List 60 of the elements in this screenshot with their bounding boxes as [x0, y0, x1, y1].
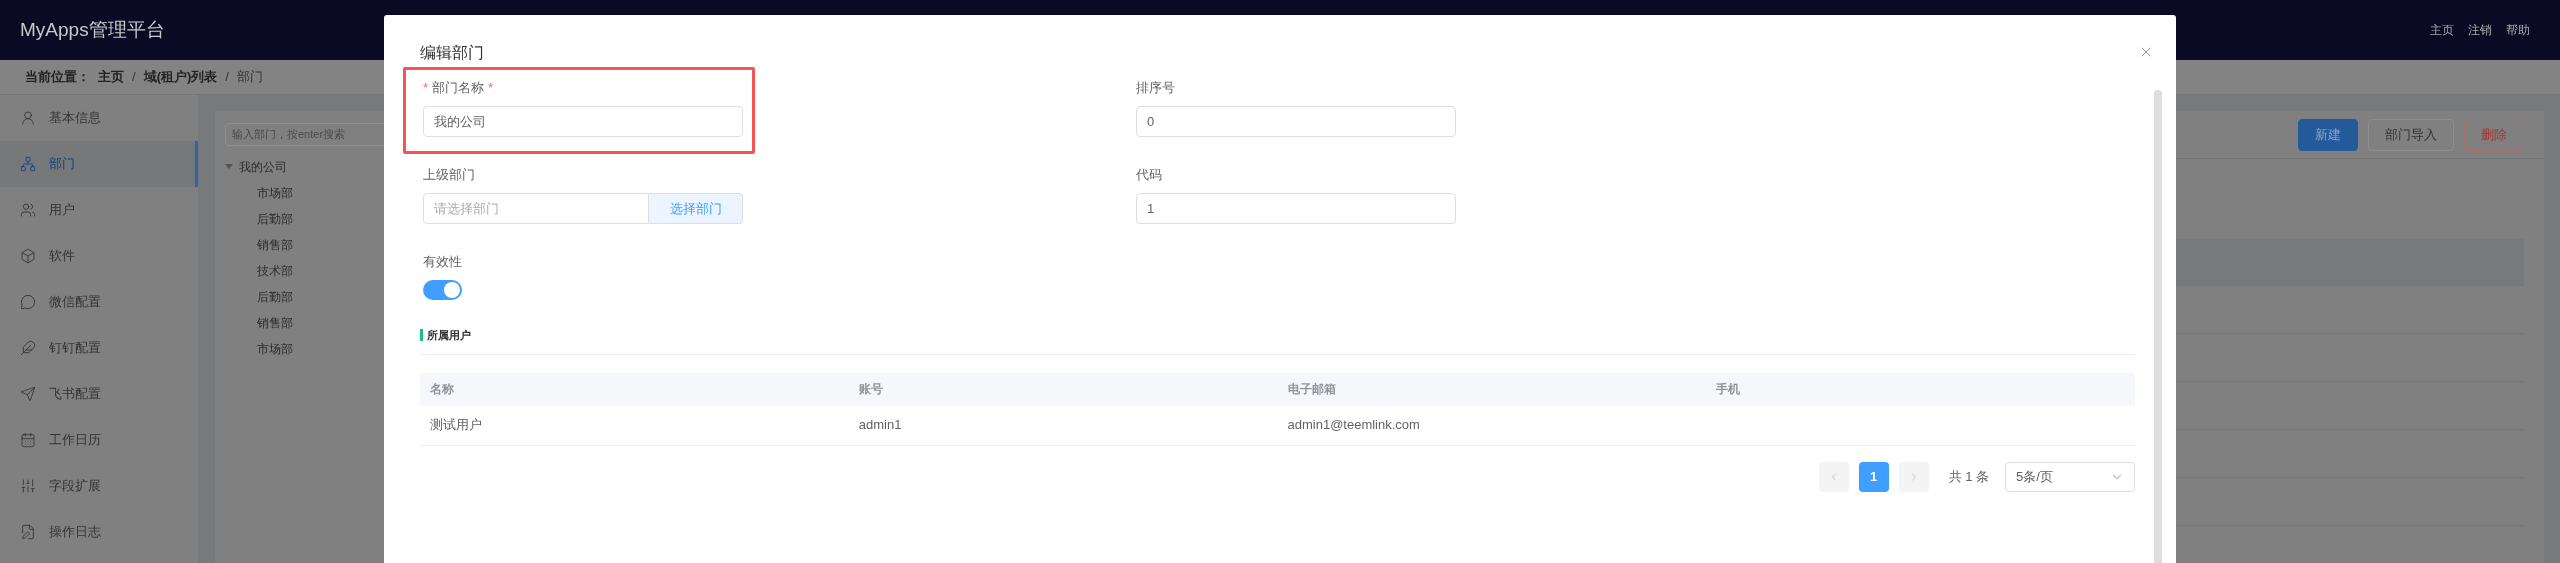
page-size-select[interactable]: 5条/页 — [2005, 461, 2135, 492]
chat-bubble-icon — [20, 294, 36, 310]
dialog-title: 编辑部门 — [420, 42, 484, 63]
sidebar-item[interactable]: 飞书配置 — [0, 371, 198, 417]
breadcrumb-label: 当前位置： — [25, 68, 90, 87]
text-field[interactable]: 1 — [1136, 193, 1456, 224]
breadcrumb-separator: / — [132, 68, 136, 87]
feather-icon — [20, 340, 36, 356]
sidebar-item[interactable]: 工作日历 — [0, 417, 198, 463]
table-cell-text: admin1@teemlink.com — [1286, 416, 1421, 435]
parent-department-field[interactable]: 请选择部门 — [423, 193, 649, 224]
breadcrumb-link[interactable]: 主页 — [98, 67, 124, 87]
breadcrumb-separator: / — [225, 68, 229, 87]
field-label: 部门名称 — [432, 79, 485, 98]
table-cell-text: admin1 — [857, 416, 903, 435]
org-chart-icon — [20, 156, 36, 172]
column-header: 电子邮箱 — [1286, 381, 1337, 398]
nav-link[interactable]: 主页 — [2430, 21, 2454, 39]
sidebar-item[interactable]: 基本信息 — [0, 95, 198, 141]
paper-plane-icon — [20, 386, 36, 402]
user-icon — [20, 110, 36, 126]
sidebar-item[interactable]: 部门 — [0, 141, 198, 187]
breadcrumb-link[interactable]: 部门 — [236, 67, 263, 87]
cube-icon — [20, 248, 36, 264]
app-title: MyApps管理平台 — [20, 17, 165, 42]
field-label: 代码 — [1136, 166, 1162, 185]
toolbar-button[interactable]: 新建 — [2298, 118, 2358, 151]
users-icon — [20, 202, 36, 218]
field-label: 排序号 — [1136, 79, 1175, 98]
breadcrumb-link[interactable]: 域(租户)列表 — [143, 67, 218, 87]
calendar-icon — [20, 432, 36, 448]
text-field[interactable]: 我的公司 — [423, 106, 743, 137]
caret-icon — [225, 164, 233, 169]
sidebar-item[interactable]: 软件 — [0, 233, 198, 279]
tree-node[interactable]: 我的公司 — [225, 153, 415, 180]
sidebar-item[interactable]: 钉钉配置 — [0, 325, 198, 371]
text-field[interactable]: 0 — [1136, 106, 1456, 137]
nav-link[interactable]: 注销 — [2468, 21, 2492, 39]
field-label: 有效性 — [423, 253, 462, 272]
file-edit-icon — [20, 524, 36, 540]
sidebar-item[interactable]: 字段扩展 — [0, 463, 198, 509]
field-label: 上级部门 — [423, 166, 475, 185]
total-count: 共 1 条 — [1948, 467, 1989, 486]
column-header: 手机 — [1715, 381, 1742, 398]
column-header: 账号 — [857, 381, 884, 398]
section-marker — [420, 329, 423, 342]
sidebar-item[interactable]: 用户 — [0, 187, 198, 233]
toggle-switch[interactable] — [423, 280, 462, 300]
select-department-button[interactable]: 选择部门 — [649, 193, 743, 224]
nav-link[interactable]: 帮助 — [2506, 21, 2530, 39]
sidebar-item[interactable]: 微信配置 — [0, 279, 198, 325]
table-cell-text: 测试用户 — [429, 416, 483, 435]
column-header: 名称 — [429, 381, 455, 398]
section-title: 所属用户 — [427, 328, 471, 343]
sidebar-item[interactable]: 操作日志 — [0, 509, 198, 555]
sliders-icon — [20, 478, 36, 494]
required-mark: * — [488, 79, 494, 98]
required-mark: * — [423, 79, 429, 98]
toolbar-button[interactable]: 部门导入 — [2368, 118, 2454, 151]
page-button[interactable]: 1 — [1858, 461, 1889, 492]
